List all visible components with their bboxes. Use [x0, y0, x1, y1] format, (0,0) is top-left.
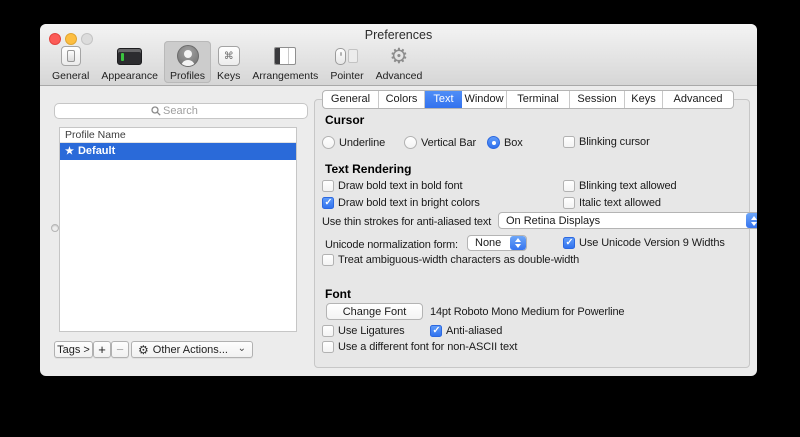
checkbox-bright-colors[interactable]: Draw bold text in bright colors: [322, 197, 480, 209]
checkbox: [563, 197, 575, 209]
tab-general[interactable]: General: [323, 91, 379, 108]
search-icon: [151, 106, 161, 116]
toolbar-item-advanced[interactable]: ⚙ Advanced: [370, 41, 429, 83]
tags-button[interactable]: Tags >: [54, 341, 93, 358]
preferences-window: Preferences General Appearance Profiles …: [40, 24, 757, 376]
radio-underline[interactable]: Underline: [322, 136, 385, 149]
stepper-icon: [510, 236, 526, 250]
keys-icon: ⌘: [218, 43, 240, 69]
tab-colors[interactable]: Colors: [379, 91, 425, 108]
checkbox-checked: [322, 197, 334, 209]
checkbox-blinking-text[interactable]: Blinking text allowed: [563, 180, 677, 192]
checkbox: [322, 341, 334, 353]
tab-keys[interactable]: Keys: [625, 91, 663, 108]
cursor-heading: Cursor: [325, 113, 364, 127]
pointer-icon: [335, 43, 358, 69]
profile-row-default[interactable]: ★ Default: [60, 143, 296, 160]
checkbox-ambiguous-width[interactable]: Treat ambiguous-width characters as doub…: [322, 254, 579, 266]
thin-strokes-label: Use thin strokes for anti-aliased text: [322, 216, 491, 228]
chevron-down-icon: ⌄: [238, 343, 246, 354]
gear-icon: ⚙: [138, 343, 149, 357]
thin-strokes-dropdown[interactable]: On Retina Displays: [498, 212, 757, 229]
checkbox-blinking-cursor[interactable]: Blinking cursor: [563, 136, 650, 148]
advanced-gear-icon: ⚙: [390, 43, 409, 69]
checkbox: [322, 254, 334, 266]
radio-box[interactable]: Box: [487, 136, 523, 149]
radio-dot-selected: [487, 136, 500, 149]
search-input[interactable]: [163, 105, 211, 117]
star-icon: ★: [65, 146, 74, 157]
current-font-label: 14pt Roboto Mono Medium for Powerline: [430, 306, 624, 318]
window-chrome: Preferences General Appearance Profiles …: [40, 24, 757, 86]
radio-dot: [404, 136, 417, 149]
add-profile-button[interactable]: +: [93, 341, 111, 358]
checkbox-anti-aliased[interactable]: Anti-aliased: [430, 325, 502, 337]
appearance-icon: [117, 43, 142, 69]
checkbox-bold-font[interactable]: Draw bold text in bold font: [322, 180, 462, 192]
tab-advanced[interactable]: Advanced: [663, 91, 733, 108]
stepper-icon: [746, 213, 757, 228]
profile-list: Profile Name ★ Default: [59, 127, 297, 332]
font-heading: Font: [325, 287, 351, 301]
checkbox: [322, 180, 334, 192]
toolbar-item-general[interactable]: General: [46, 41, 95, 83]
text-rendering-heading: Text Rendering: [325, 162, 411, 176]
unicode-normalization-label: Unicode normalization form:: [325, 239, 458, 251]
window-title: Preferences: [40, 28, 757, 42]
arrangements-icon: [274, 43, 296, 69]
checkbox-unicode-v9-widths[interactable]: Use Unicode Version 9 Widths: [563, 237, 725, 249]
tab-window[interactable]: Window: [462, 91, 507, 108]
unicode-normalization-dropdown[interactable]: None: [467, 235, 527, 251]
checkbox: [563, 136, 575, 148]
splitter-handle[interactable]: [51, 224, 59, 232]
tab-session[interactable]: Session: [570, 91, 625, 108]
radio-dot: [322, 136, 335, 149]
toolbar-item-profiles[interactable]: Profiles: [164, 41, 211, 83]
checkbox-use-ligatures[interactable]: Use Ligatures: [322, 325, 405, 337]
tab-text[interactable]: Text: [425, 91, 462, 108]
checkbox-italic-text[interactable]: Italic text allowed: [563, 197, 661, 209]
toolbar-item-arrangements[interactable]: Arrangements: [246, 41, 324, 83]
general-icon: [61, 43, 81, 69]
change-font-button[interactable]: Change Font: [326, 303, 423, 320]
profile-name: Default: [78, 145, 115, 157]
radio-vertical-bar[interactable]: Vertical Bar: [404, 136, 476, 149]
checkbox-checked: [563, 237, 575, 249]
toolbar-item-keys[interactable]: ⌘ Keys: [211, 41, 246, 83]
toolbar-item-appearance[interactable]: Appearance: [95, 41, 164, 83]
remove-profile-button: −: [111, 341, 129, 358]
toolbar: General Appearance Profiles ⌘ Keys Arran…: [46, 41, 428, 83]
checkbox-checked: [430, 325, 442, 337]
search-field[interactable]: [54, 103, 308, 119]
checkbox-non-ascii-font[interactable]: Use a different font for non-ASCII text: [322, 341, 517, 353]
tab-terminal[interactable]: Terminal: [507, 91, 570, 108]
checkbox: [322, 325, 334, 337]
profile-list-header: Profile Name: [60, 128, 296, 143]
checkbox: [563, 180, 575, 192]
tab-bar: General Colors Text Window Terminal Sess…: [322, 90, 734, 109]
other-actions-dropdown[interactable]: ⚙ Other Actions... ⌄: [131, 341, 253, 358]
toolbar-item-pointer[interactable]: Pointer: [324, 41, 369, 83]
profiles-icon: [177, 43, 199, 69]
